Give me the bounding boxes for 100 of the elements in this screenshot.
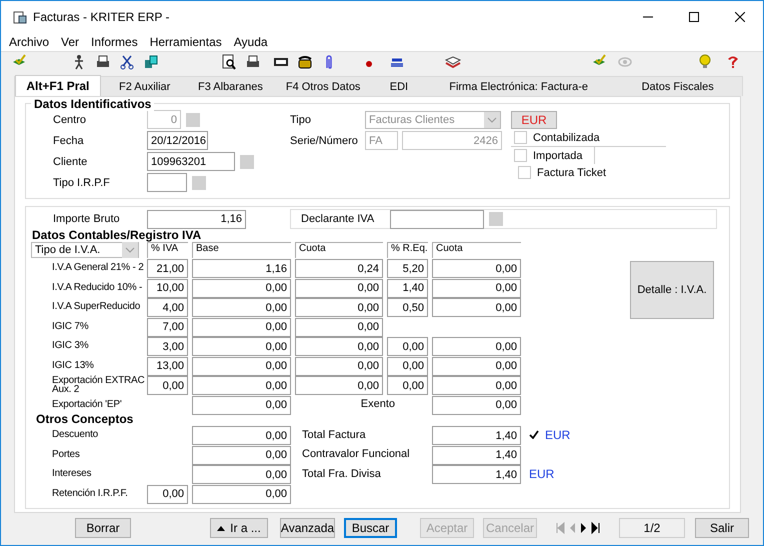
menu-item[interactable]: Ver [61, 35, 80, 49]
table-cell: 0,24 [295, 259, 383, 278]
field-label: Exento [360, 397, 396, 412]
menu-item[interactable]: Ayuda [234, 35, 268, 49]
field-label: Serie/Número [290, 134, 359, 146]
table-cell: 0,00 [432, 376, 521, 395]
column-header: % R.Eq. [387, 242, 428, 258]
open-book-icon[interactable] [445, 54, 461, 70]
phone-icon[interactable] [297, 54, 313, 70]
menu-item[interactable]: Herramientas [150, 35, 222, 49]
table-cell: 0,00 [387, 337, 428, 356]
input-field[interactable]: 1,40 [432, 446, 521, 464]
tab[interactable]: Firma Electrónica: Factura-e [424, 77, 614, 96]
input-field[interactable]: 20/12/2016 [147, 131, 208, 150]
table-cell: 5,20 [387, 259, 428, 278]
field-label: Centro [53, 114, 88, 126]
action-button[interactable]: Buscar [344, 518, 397, 538]
input-field[interactable] [390, 210, 484, 228]
table-cell: 0,00 [192, 376, 291, 395]
currency-label: EUR [529, 466, 554, 481]
table-cell: 0,00 [432, 298, 521, 317]
action-button[interactable]: Avanzada [280, 518, 335, 538]
tab[interactable]: Datos Fiscales [613, 77, 742, 96]
row-label: IGIC 3% [51, 339, 90, 354]
table-cell: 0,00 [295, 298, 383, 317]
table-cell: 1,16 [192, 259, 291, 278]
table-cell: 0,00 [192, 278, 291, 298]
field-label: Contravalor Funcional [301, 447, 411, 462]
scissors-icon[interactable] [119, 54, 135, 70]
table-cell: 0,00 [387, 376, 428, 395]
menu-item[interactable]: Informes [91, 35, 138, 49]
column-header: % IVA [147, 242, 188, 258]
input-field[interactable]: 1,40 [432, 465, 521, 484]
field-label: Fecha [53, 134, 85, 146]
field-label: Total Factura [301, 428, 367, 443]
table-cell: 0,00 [295, 376, 383, 395]
caret-up-icon [217, 526, 226, 530]
lightbulb-icon[interactable] [697, 54, 713, 70]
checkbox[interactable]: Contabilizada [511, 129, 666, 147]
exit-button[interactable]: Salir [695, 518, 749, 538]
table-cell: 0,00 [147, 376, 188, 395]
input-field[interactable]: 0,00 [192, 484, 291, 504]
record-position: 1/2 [619, 518, 685, 538]
input-field[interactable]: 0,00 [432, 396, 521, 414]
table-cell: 0,00 [432, 278, 521, 298]
row-label: I.V.A General 21% - 2 [51, 261, 143, 276]
currency-button[interactable]: EUR [511, 110, 557, 128]
table-cell: 0,00 [192, 337, 291, 356]
group-title: Datos Identificativos [31, 97, 154, 111]
row-label: Exportación EXTRAC Aux. 2 [51, 375, 143, 394]
checkbox[interactable]: Factura Ticket [515, 164, 606, 181]
input-field[interactable]: 0,00 [192, 396, 291, 414]
input-field[interactable] [147, 173, 187, 192]
section-title: Otros Conceptos [36, 413, 134, 425]
table-cell: 0,00 [295, 356, 383, 376]
input-field[interactable]: 0,00 [192, 465, 291, 484]
action-button[interactable]: Borrar [75, 518, 131, 538]
field-label: Declarante IVA [301, 213, 376, 225]
tab[interactable]: EDI [374, 77, 424, 96]
currency-label: EUR [545, 428, 570, 442]
action-button[interactable]: Ir a ... [210, 518, 268, 538]
input-field[interactable]: 0,00 [147, 484, 188, 504]
next-record-icon[interactable] [579, 521, 589, 535]
preview-icon[interactable] [221, 54, 237, 70]
table-cell: 4,00 [147, 298, 188, 317]
column-header: Base [192, 242, 291, 258]
chevron-down-icon [122, 242, 138, 258]
table-cell: 1,40 [387, 278, 428, 298]
tab[interactable]: F2 Auxiliar [100, 77, 189, 96]
tab[interactable]: Alt+F1 Pral [15, 75, 101, 96]
row-label: I.V.A Reducido 10% - [51, 280, 143, 295]
detail-button[interactable]: Detalle : I.V.A. [630, 261, 714, 319]
row-label: Descuento [51, 428, 100, 442]
field-label: Total Fra. Divisa [301, 466, 382, 482]
input-field[interactable]: 1,40 [432, 426, 521, 445]
table-cell: 0,00 [387, 356, 428, 376]
copy-icon[interactable] [143, 54, 159, 70]
table-cell: 0,00 [192, 356, 291, 376]
menu-item[interactable]: Archivo [9, 35, 50, 49]
checkbox[interactable]: Importada [511, 147, 595, 164]
input-field[interactable]: 1,16 [147, 210, 246, 228]
tab[interactable]: F4 Otros Datos [272, 77, 374, 96]
printer-icon[interactable] [95, 54, 111, 70]
table-cell: 0,00 [295, 318, 383, 336]
field-label: Importe Bruto [53, 213, 121, 225]
last-record-icon[interactable] [591, 521, 601, 535]
input-field[interactable]: 109963201 [147, 152, 235, 171]
table-cell: 3,00 [147, 337, 188, 356]
input-field[interactable]: 0,00 [192, 446, 291, 464]
table-cell: 0,50 [387, 298, 428, 317]
table-cell: 0,00 [295, 337, 383, 356]
column-header: Cuota [432, 242, 521, 258]
close-icon[interactable] [735, 12, 745, 22]
section-title: Datos Contables/Registro IVA [32, 229, 202, 242]
printer-icon[interactable] [245, 54, 261, 70]
row-label: I.V.A SuperReducido [51, 300, 142, 314]
input-field[interactable]: 0,00 [192, 426, 291, 445]
maximize-icon[interactable] [689, 12, 699, 22]
tab[interactable]: F3 Albaranes [188, 77, 272, 96]
vat-type-dropdown[interactable]: Tipo de I.V.A. [31, 242, 139, 258]
